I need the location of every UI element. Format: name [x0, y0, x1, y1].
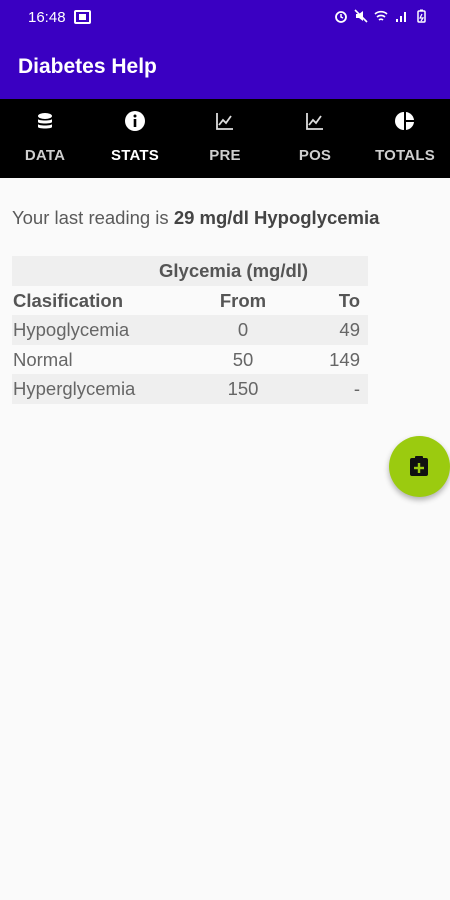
signal-icon: [396, 12, 406, 22]
row-from: 0: [237, 319, 249, 340]
row-to: 149: [329, 348, 360, 370]
row-name: Hyperglycemia: [13, 378, 136, 399]
alarm-icon: [335, 11, 347, 23]
tab-label: TOTALS: [375, 147, 435, 164]
header-classification: Clasification: [13, 289, 123, 311]
app-bar: Diabetes Help: [0, 36, 450, 99]
tab-pos[interactable]: POS: [270, 99, 360, 178]
tab-stats[interactable]: STATS: [90, 99, 180, 178]
tab-pre[interactable]: PRE: [180, 99, 270, 178]
status-bar: 16:48: [0, 0, 450, 36]
tab-label: POS: [298, 147, 332, 164]
tab-bar: DATA STATS PRE POS TOTALS: [0, 99, 450, 277]
database-icon: [38, 113, 52, 129]
row-name: Hypoglycemia: [13, 319, 130, 340]
table-header-row: Clasification From To: [12, 285, 368, 315]
tab-label: DATA: [24, 147, 66, 164]
header-to: To: [338, 289, 360, 311]
last-reading-prefix: Your last reading is: [12, 207, 169, 228]
add-reading-button[interactable]: [389, 436, 450, 497]
table-caption-row: Glycemia (mg/dl): [12, 256, 368, 286]
pie-chart-icon: [395, 112, 414, 130]
line-chart-icon: [216, 113, 233, 130]
mute-icon: [354, 9, 368, 23]
tab-data[interactable]: DATA: [0, 99, 90, 178]
app-title: Diabetes Help: [18, 55, 157, 78]
row-to: -: [353, 378, 360, 399]
wifi-icon: [374, 10, 388, 21]
table-row: Normal 50 149: [12, 344, 368, 374]
table-row: Hyperglycemia 150 -: [12, 374, 368, 404]
row-from: 150: [227, 378, 259, 399]
info-icon: [125, 111, 145, 131]
line-chart-icon: [306, 113, 323, 130]
header-from: From: [219, 289, 267, 311]
last-reading-value: 29 mg/dl Hypoglycemia: [173, 207, 380, 228]
table-row: Hypoglycemia 0 49: [12, 315, 368, 345]
status-icons: [334, 9, 428, 23]
status-time: 16:48: [28, 9, 66, 26]
tab-totals[interactable]: TOTALS: [360, 99, 450, 178]
glycemia-table: Glycemia (mg/dl) Clasification From To H…: [12, 256, 368, 404]
table-caption: Glycemia (mg/dl): [159, 260, 309, 281]
tab-label: PRE: [209, 147, 241, 164]
last-reading-text: Your last reading is 29 mg/dl Hypoglycem…: [12, 207, 379, 229]
row-to: 49: [339, 319, 360, 340]
row-from: 50: [232, 348, 254, 370]
add-clipboard-icon: [410, 456, 428, 476]
battery-icon: [417, 9, 426, 23]
row-name: Normal: [13, 348, 73, 370]
tab-label: STATS: [111, 147, 159, 164]
screen-record-icon: [74, 10, 91, 24]
